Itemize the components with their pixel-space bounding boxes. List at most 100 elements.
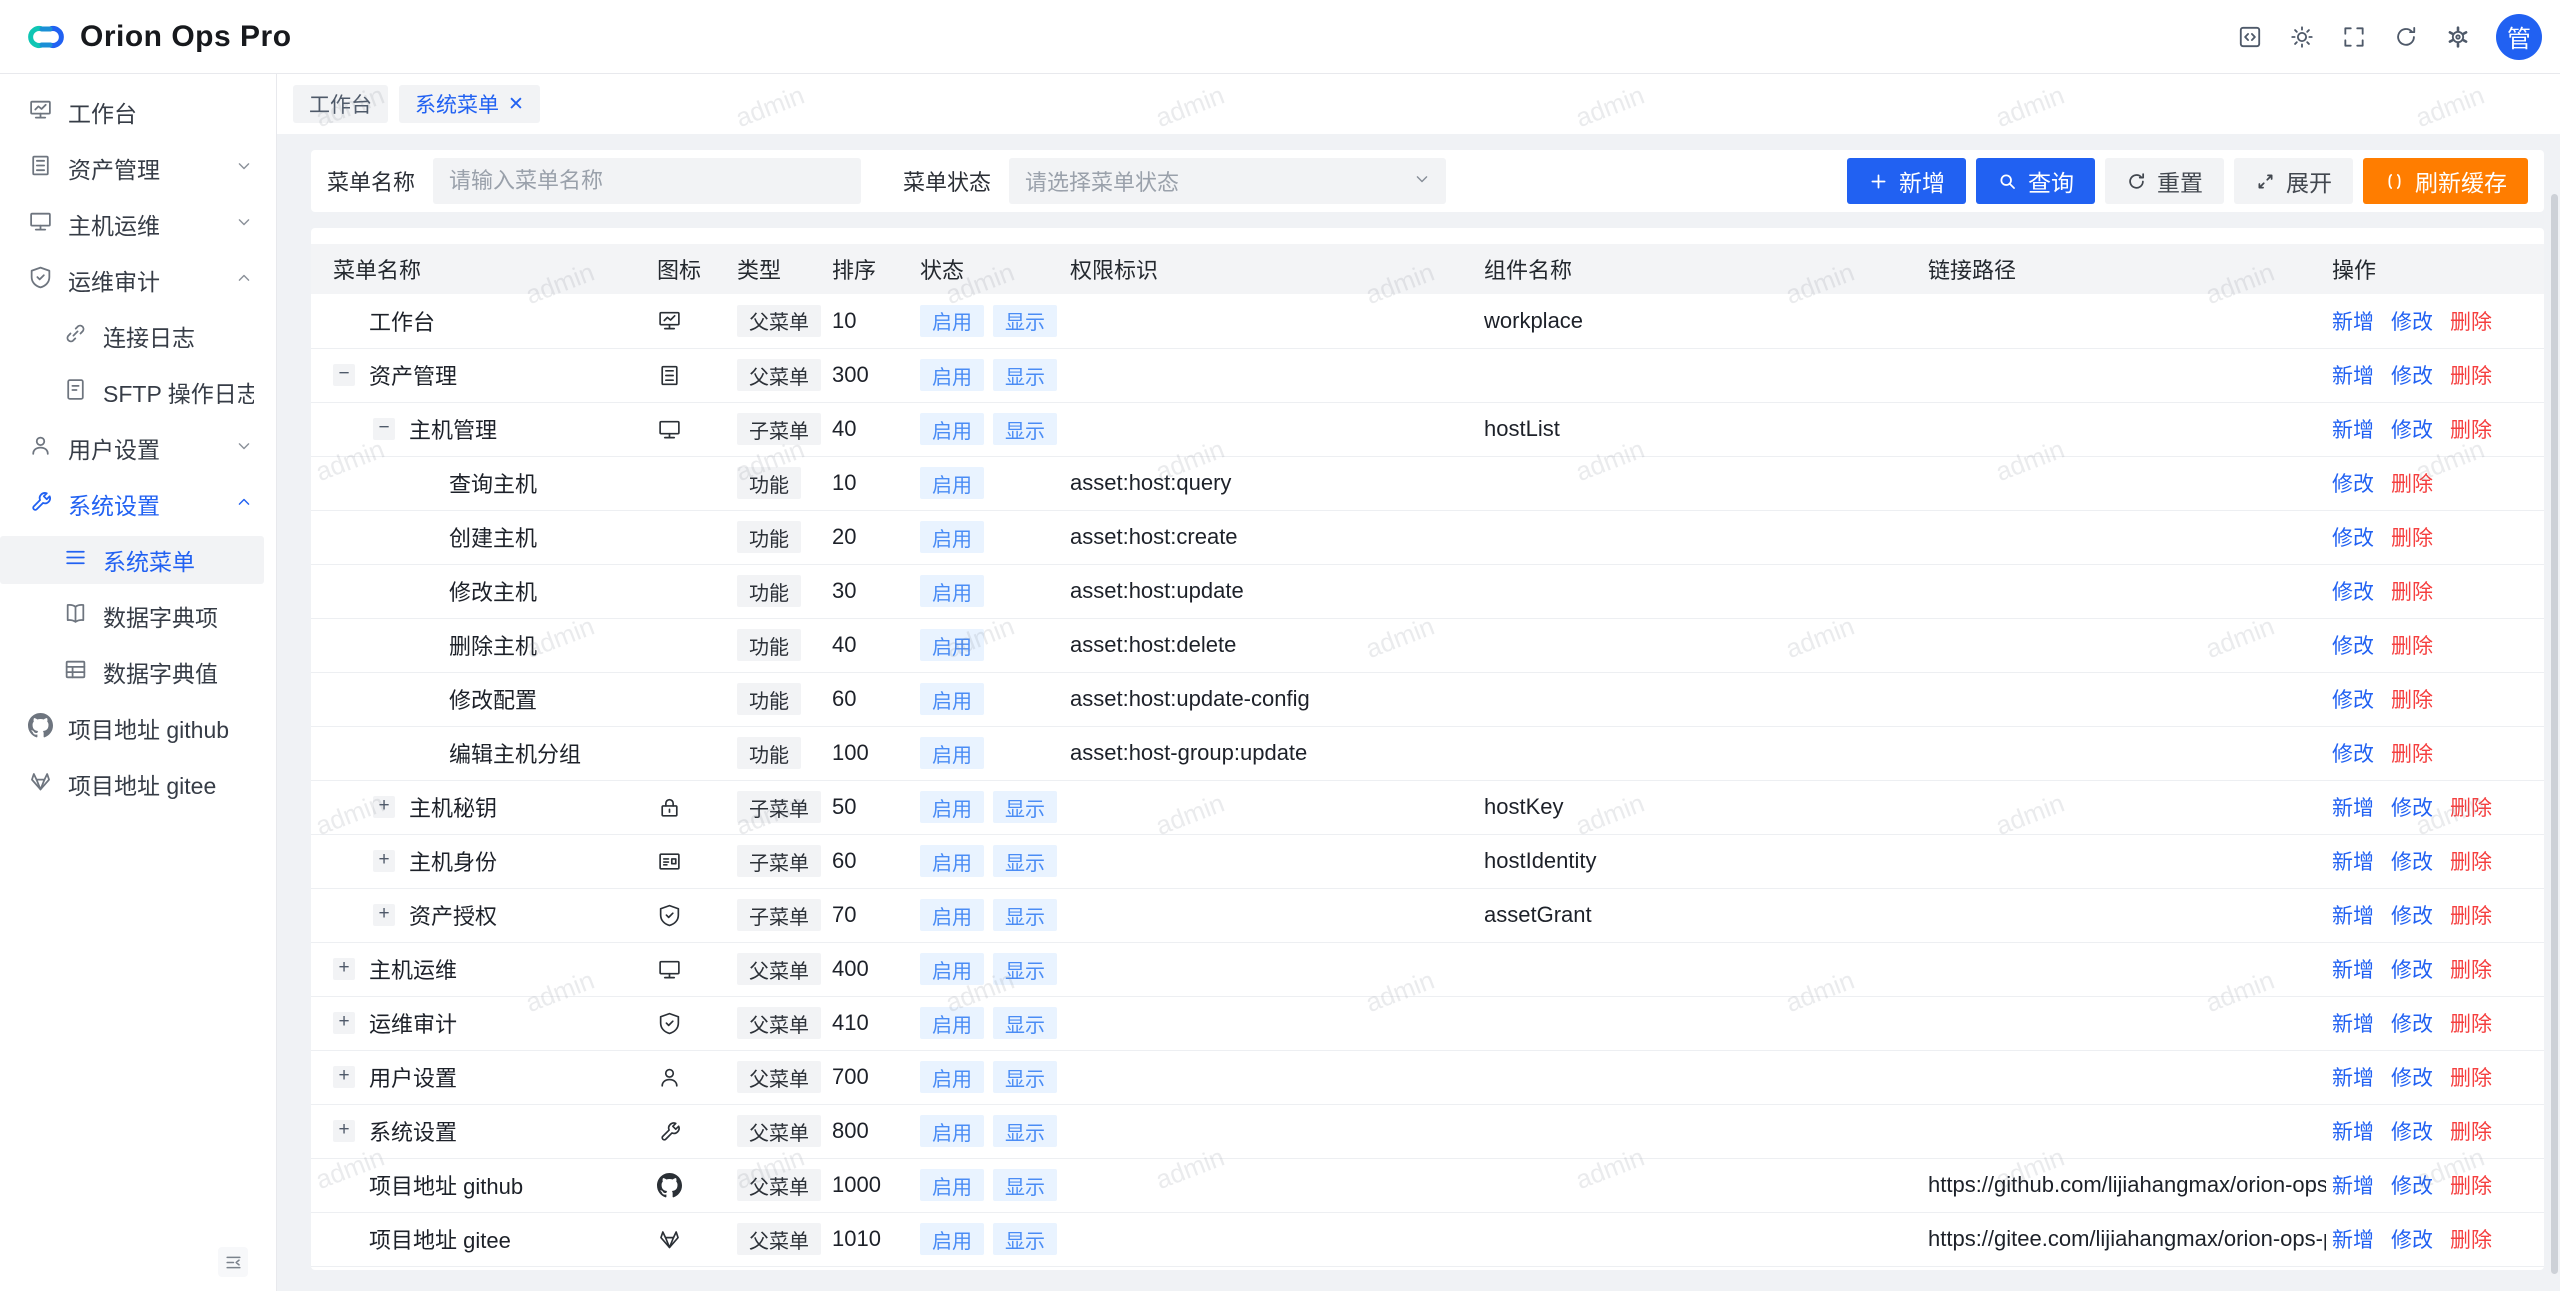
删除-link[interactable]: 删除 (2450, 1008, 2492, 1038)
展开-button[interactable]: 展开 (2234, 158, 2353, 204)
settings-button[interactable] (2432, 11, 2484, 63)
删除-link[interactable]: 删除 (2450, 360, 2492, 390)
expand-toggle-icon[interactable]: + (373, 904, 395, 926)
新增-link[interactable]: 新增 (2332, 306, 2374, 336)
menu-status-select[interactable]: 请选择菜单状态 (1009, 158, 1446, 204)
删除-link[interactable]: 删除 (2450, 792, 2492, 822)
删除-link[interactable]: 删除 (2391, 630, 2433, 660)
删除-link[interactable]: 删除 (2450, 1062, 2492, 1092)
expand-toggle-icon[interactable]: + (333, 1066, 355, 1088)
sidebar-item-工作台[interactable]: 工作台 (0, 88, 276, 136)
sidebar-item-系统设置[interactable]: 系统设置 (0, 480, 276, 528)
sidebar-collapse-button[interactable] (218, 1247, 248, 1277)
sidebar-item-项目地址 gitee[interactable]: 项目地址 gitee (0, 760, 276, 808)
修改-link[interactable]: 修改 (2391, 954, 2433, 984)
menu-name-text: 主机运维 (369, 953, 457, 985)
修改-link[interactable]: 修改 (2332, 576, 2374, 606)
新增-link[interactable]: 新增 (2332, 954, 2374, 984)
cell-actions: 新增修改删除 (2326, 888, 2544, 942)
expand-toggle-icon[interactable]: + (333, 1120, 355, 1142)
修改-link[interactable]: 修改 (2391, 1116, 2433, 1146)
expand-toggle-icon[interactable]: + (373, 796, 395, 818)
删除-link[interactable]: 删除 (2391, 738, 2433, 768)
删除-link[interactable]: 删除 (2450, 954, 2492, 984)
修改-link[interactable]: 修改 (2332, 468, 2374, 498)
重置-button[interactable]: 重置 (2105, 158, 2224, 204)
theme-button[interactable] (2276, 11, 2328, 63)
新增-link[interactable]: 新增 (2332, 1008, 2374, 1038)
修改-link[interactable]: 修改 (2332, 522, 2374, 552)
删除-link[interactable]: 删除 (2450, 306, 2492, 336)
vertical-scrollbar[interactable] (2551, 74, 2559, 1291)
删除-link[interactable]: 删除 (2391, 522, 2433, 552)
删除-link[interactable]: 删除 (2391, 684, 2433, 714)
修改-link[interactable]: 修改 (2391, 1008, 2433, 1038)
sidebar-item-连接日志[interactable]: 连接日志 (0, 312, 276, 360)
修改-link[interactable]: 修改 (2391, 1062, 2433, 1092)
expand-toggle-icon[interactable]: + (333, 958, 355, 980)
新增-link[interactable]: 新增 (2332, 1062, 2374, 1092)
查询-button[interactable]: 查询 (1976, 158, 2095, 204)
删除-link[interactable]: 删除 (2450, 1170, 2492, 1200)
collapse-toggle-icon[interactable]: − (333, 364, 355, 386)
删除-link[interactable]: 删除 (2450, 900, 2492, 930)
refresh-button[interactable] (2380, 11, 2432, 63)
新增-link[interactable]: 新增 (2332, 792, 2374, 822)
api-doc-button[interactable] (2224, 11, 2276, 63)
sidebar-item-数据字典值[interactable]: 数据字典值 (0, 648, 276, 696)
修改-link[interactable]: 修改 (2332, 630, 2374, 660)
删除-link[interactable]: 删除 (2391, 576, 2433, 606)
sidebar-item-用户设置[interactable]: 用户设置 (0, 424, 276, 472)
删除-link[interactable]: 删除 (2450, 1224, 2492, 1254)
menu-name-text: 主机身份 (409, 845, 497, 877)
删除-link[interactable]: 删除 (2450, 1116, 2492, 1146)
修改-link[interactable]: 修改 (2391, 792, 2433, 822)
新增-link[interactable]: 新增 (2332, 414, 2374, 444)
刷新缓存-button[interactable]: 刷新缓存 (2363, 158, 2528, 204)
删除-link[interactable]: 删除 (2391, 468, 2433, 498)
修改-link[interactable]: 修改 (2391, 414, 2433, 444)
user-avatar[interactable]: 管 (2496, 14, 2542, 60)
collapse-toggle-icon[interactable]: − (373, 418, 395, 440)
删除-link[interactable]: 删除 (2450, 846, 2492, 876)
新增-link[interactable]: 新增 (2332, 1116, 2374, 1146)
删除-link[interactable]: 删除 (2450, 414, 2492, 444)
修改-link[interactable]: 修改 (2332, 738, 2374, 768)
expand-toggle-icon[interactable]: + (333, 1012, 355, 1034)
cell-permission (1064, 834, 1478, 888)
新增-button[interactable]: 新增 (1847, 158, 1966, 204)
修改-link[interactable]: 修改 (2391, 360, 2433, 390)
close-tab-icon[interactable]: ✕ (508, 95, 524, 114)
修改-link[interactable]: 修改 (2391, 846, 2433, 876)
新增-link[interactable]: 新增 (2332, 1170, 2374, 1200)
sidebar-item-数据字典项[interactable]: 数据字典项 (0, 592, 276, 640)
menu-name-input[interactable] (433, 158, 861, 204)
修改-link[interactable]: 修改 (2391, 1170, 2433, 1200)
status-tag: 显示 (993, 791, 1057, 823)
sidebar-item-资产管理[interactable]: 资产管理 (0, 144, 276, 192)
tab-system-menu[interactable]: 系统菜单 ✕ (399, 85, 540, 123)
新增-link[interactable]: 新增 (2332, 360, 2374, 390)
sidebar-item-SFTP 操作日志[interactable]: SFTP 操作日志 (0, 368, 276, 416)
sidebar-item-系统菜单[interactable]: 系统菜单 (0, 536, 264, 584)
修改-link[interactable]: 修改 (2391, 900, 2433, 930)
修改-link[interactable]: 修改 (2391, 1224, 2433, 1254)
修改-link[interactable]: 修改 (2391, 306, 2433, 336)
tab-workbench[interactable]: 工作台 (293, 85, 388, 123)
user-icon (657, 1065, 731, 1090)
expand-toggle-icon[interactable]: + (373, 850, 395, 872)
sidebar-item-主机运维[interactable]: 主机运维 (0, 200, 276, 248)
新增-link[interactable]: 新增 (2332, 900, 2374, 930)
cell-icon (651, 888, 731, 942)
修改-link[interactable]: 修改 (2332, 684, 2374, 714)
status-tags: 启用 (920, 737, 1064, 769)
cell-status: 启用显示 (914, 780, 1064, 834)
sidebar-item-运维审计[interactable]: 运维审计 (0, 256, 276, 304)
row-actions: 新增修改删除 (2332, 1062, 2544, 1092)
fullscreen-button[interactable] (2328, 11, 2380, 63)
cell-menu-name: 修改主机 (311, 564, 651, 618)
新增-link[interactable]: 新增 (2332, 1224, 2374, 1254)
新增-link[interactable]: 新增 (2332, 846, 2374, 876)
sidebar-item-项目地址 github[interactable]: 项目地址 github (0, 704, 276, 752)
scrollbar-thumb[interactable] (2551, 194, 2558, 1274)
